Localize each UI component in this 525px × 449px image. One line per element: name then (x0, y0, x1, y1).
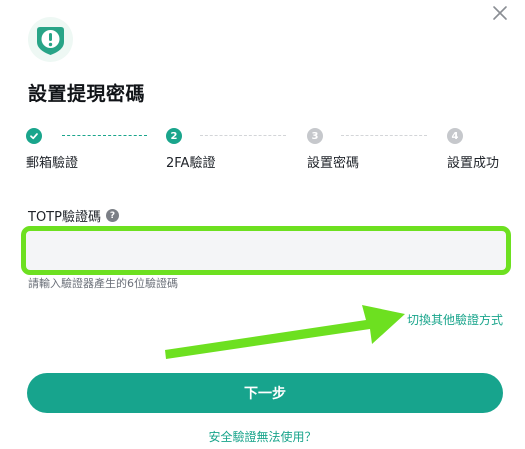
help-circle-icon[interactable]: ? (105, 209, 119, 222)
switch-verification-method-link[interactable]: 切換其他驗證方式 (407, 311, 503, 328)
close-button[interactable] (489, 2, 511, 24)
security-verification-unavailable-link[interactable]: 安全驗證無法使用？ (0, 428, 525, 445)
step-2-marker: 2 (166, 128, 182, 144)
step-connector-2 (200, 135, 286, 136)
totp-input[interactable] (26, 231, 506, 270)
step-1-done-marker (26, 128, 42, 144)
check-icon (30, 133, 38, 140)
close-icon (493, 6, 507, 20)
shield-alert-icon (28, 17, 73, 62)
totp-field-label: TOTP驗證碼 ? (28, 206, 119, 225)
totp-label-text: TOTP驗證碼 (28, 210, 101, 225)
next-button[interactable]: 下一步 (27, 373, 503, 413)
set-withdrawal-password-dialog: 設置提現密碼 2 3 4 郵箱驗證 2FA驗證 設置密碼 設置成功 TOTP驗證… (0, 0, 525, 449)
step-connector-1 (62, 135, 147, 136)
step-connector-3 (341, 135, 427, 136)
step-2-label: 2FA驗證 (166, 156, 216, 171)
step-4-label: 設置成功 (447, 156, 500, 171)
totp-hint: 請輸入驗證器產生的6位驗證碼 (28, 277, 178, 290)
totp-input-wrapper (21, 226, 511, 275)
step-4-marker: 4 (447, 128, 463, 144)
page-title: 設置提現密碼 (28, 83, 146, 105)
step-1-label: 郵箱驗證 (26, 156, 79, 171)
step-3-marker: 3 (307, 128, 323, 144)
step-3-label: 設置密碼 (307, 156, 360, 171)
